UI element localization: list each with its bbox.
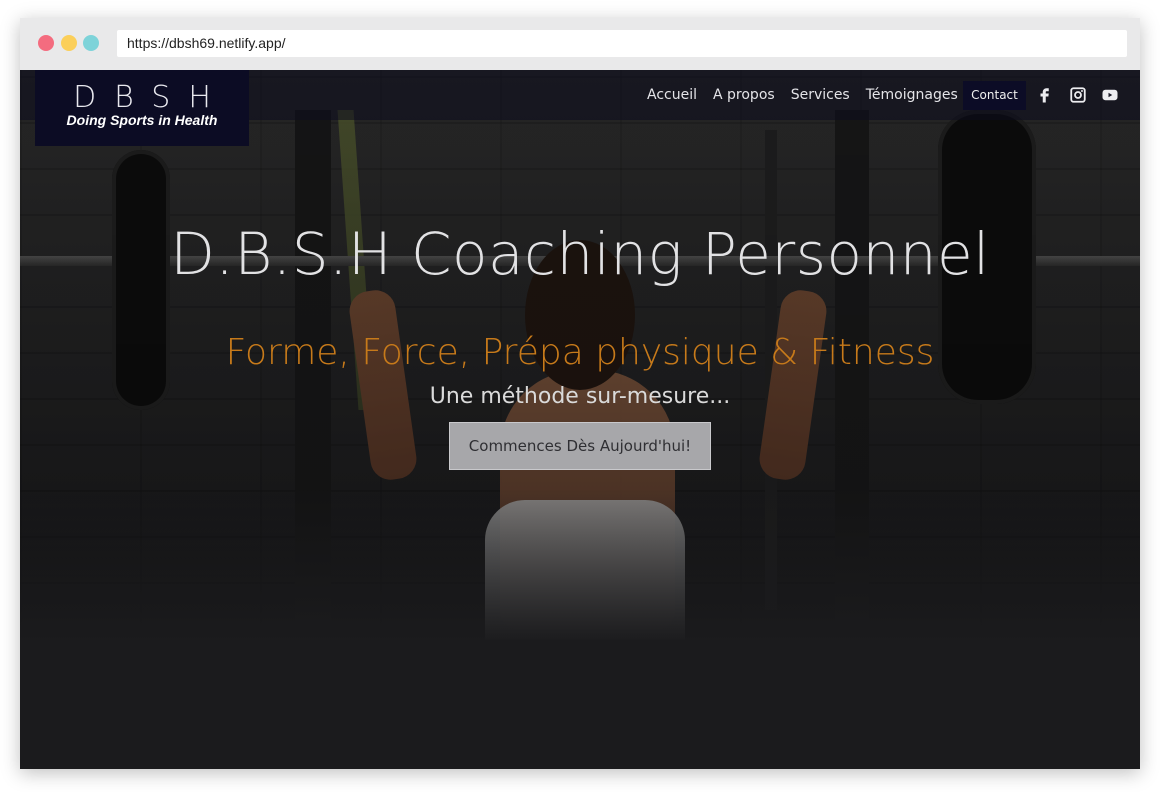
hero-overlay	[20, 70, 1140, 769]
close-window-dot[interactable]	[38, 35, 54, 51]
browser-window: https://dbsh69.netlify.app/ DBSH Doing S…	[20, 18, 1140, 769]
address-bar[interactable]: https://dbsh69.netlify.app/	[117, 30, 1127, 57]
logo-tagline: Doing Sports in Health	[66, 112, 218, 128]
page-viewport: DBSH Doing Sports in Health Accueil A pr…	[20, 70, 1140, 769]
hero-tagline: Une méthode sur-mesure...	[429, 384, 731, 409]
instagram-icon[interactable]	[1069, 86, 1087, 104]
nav-link-accueil[interactable]: Accueil	[647, 87, 697, 103]
contact-button[interactable]: Contact	[963, 81, 1026, 110]
nav-link-services[interactable]: Services	[791, 87, 850, 103]
nav-link-a-propos[interactable]: A propos	[713, 87, 775, 103]
nav-link-temoignages[interactable]: Témoignages	[866, 87, 958, 103]
logo-letters: DBSH	[73, 80, 229, 115]
facebook-icon[interactable]	[1036, 86, 1054, 104]
youtube-icon[interactable]	[1101, 86, 1119, 104]
hero-title: D.B.S.H Coaching Personnel	[170, 220, 990, 288]
minimize-window-dot[interactable]	[61, 35, 77, 51]
site-logo[interactable]: DBSH Doing Sports in Health	[35, 70, 249, 146]
hero-subtitle: Forme, Force, Prépa physique & Fitness	[225, 332, 935, 373]
browser-chrome: https://dbsh69.netlify.app/	[20, 18, 1140, 70]
cta-button[interactable]: Commences Dès Aujourd'hui!	[449, 422, 711, 470]
maximize-window-dot[interactable]	[83, 35, 99, 51]
top-navbar: DBSH Doing Sports in Health Accueil A pr…	[20, 70, 1140, 146]
nav-links: Accueil A propos Services Témoignages	[647, 70, 974, 120]
